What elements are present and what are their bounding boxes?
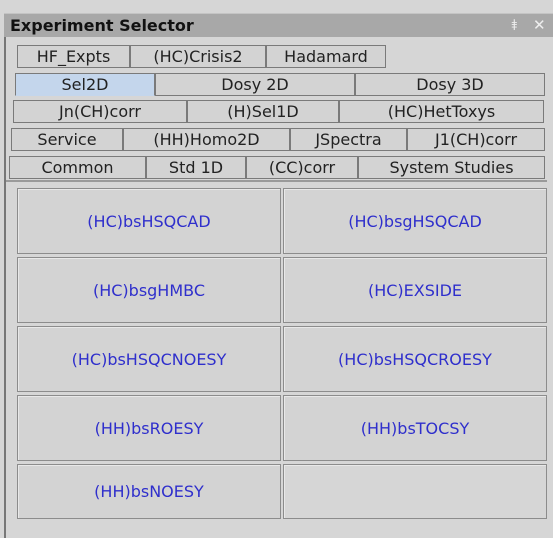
tab-sel2d[interactable]: Sel2D — [15, 73, 155, 96]
experiment-button-hc-bsghsqcad[interactable]: (HC)bsgHSQCAD — [283, 188, 547, 254]
experiment-button-hc-bshsqcad[interactable]: (HC)bsHSQCAD — [17, 188, 281, 254]
experiment-selector-panel: Experiment Selector ⯒ ✕ HF_Expts (HC)Cri… — [0, 0, 553, 538]
experiment-button-hh-bsroesy[interactable]: (HH)bsROESY — [17, 395, 281, 461]
tab-dosy-2d[interactable]: Dosy 2D — [155, 73, 355, 96]
panel-title: Experiment Selector — [10, 16, 194, 35]
tab-h-sel1d[interactable]: (H)Sel1D — [187, 100, 339, 123]
experiment-button-hc-bshsqcnoesy[interactable]: (HC)bsHSQCNOESY — [17, 326, 281, 392]
tab-cc-corr[interactable]: (CC)corr — [246, 156, 358, 179]
experiment-button-hc-exside[interactable]: (HC)EXSIDE — [283, 257, 547, 323]
tab-j1-ch-corr[interactable]: J1(CH)corr — [407, 128, 545, 151]
experiment-grid: (HC)bsHSQCAD (HC)bsgHSQCAD (HC)bsgHMBC (… — [13, 186, 548, 519]
tab-system-studies[interactable]: System Studies — [358, 156, 545, 179]
tab-dosy-3d[interactable]: Dosy 3D — [355, 73, 545, 96]
tab-hf-expts[interactable]: HF_Expts — [17, 45, 130, 68]
tab-hadamard[interactable]: Hadamard — [266, 45, 386, 68]
tab-service[interactable]: Service — [11, 128, 123, 151]
tab-hh-homo2d[interactable]: (HH)Homo2D — [123, 128, 290, 151]
tab-jspectra[interactable]: JSpectra — [290, 128, 407, 151]
experiment-button-hh-bsnoesy[interactable]: (HH)bsNOESY — [17, 464, 281, 519]
pin-icon[interactable]: ⯒ — [511, 16, 518, 34]
experiment-button-hc-bshsqcroesy[interactable]: (HC)bsHSQCROESY — [283, 326, 547, 392]
tab-std-1d[interactable]: Std 1D — [146, 156, 246, 179]
experiment-button-hc-bsghmbc[interactable]: (HC)bsgHMBC — [17, 257, 281, 323]
tab-strip-divider — [6, 180, 547, 182]
tab-common[interactable]: Common — [9, 156, 146, 179]
tab-hc-hettoxys[interactable]: (HC)HetToxys — [339, 100, 544, 123]
close-icon[interactable]: ✕ — [533, 16, 546, 34]
tab-hc-crisis2[interactable]: (HC)Crisis2 — [130, 45, 266, 68]
tab-jn-ch-corr[interactable]: Jn(CH)corr — [13, 100, 187, 123]
experiment-button-hh-bstocsy[interactable]: (HH)bsTOCSY — [283, 395, 547, 461]
panel-titlebar[interactable]: Experiment Selector ⯒ ✕ — [4, 13, 553, 37]
empty-grid-cell — [283, 464, 547, 519]
